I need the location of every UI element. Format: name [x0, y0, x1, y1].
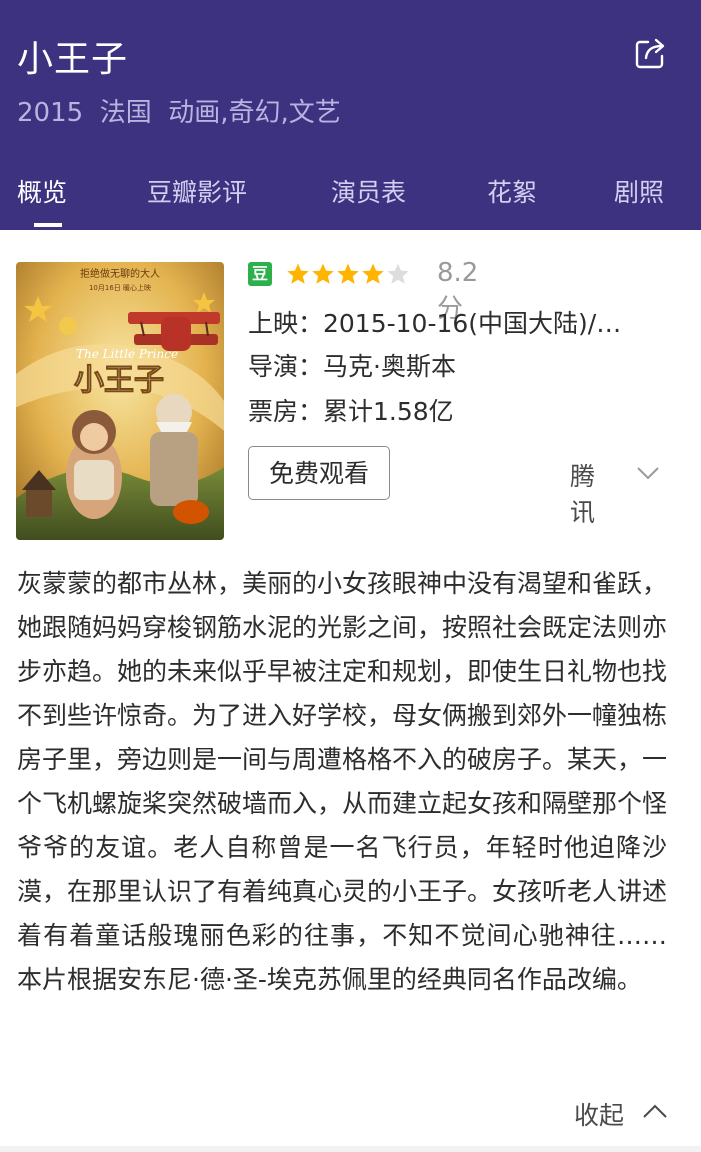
provider-select[interactable]: 腾讯 [570, 457, 595, 529]
director: 导演：马克·奥斯本 [248, 352, 456, 381]
tab-douban-reviews[interactable]: 豆瓣影评 [147, 173, 247, 209]
share-icon[interactable] [634, 36, 668, 70]
movie-poster[interactable]: 拒绝做无聊的大人 10月16日 暖心上映 The Little Prince 小… [16, 262, 224, 540]
poster-artwork: 拒绝做无聊的大人 10月16日 暖心上映 The Little Prince 小… [16, 262, 224, 540]
poster-tagline: 拒绝做无聊的大人 [80, 267, 160, 280]
star-filled-icon [362, 263, 384, 284]
tab-overview[interactable]: 概览 [17, 173, 67, 209]
star-empty-icon [387, 263, 409, 284]
aviator-character [150, 394, 198, 506]
free-watch-button[interactable]: 免费观看 [248, 446, 390, 500]
poster-release-note: 10月16日 暖心上映 [89, 283, 151, 292]
section-divider [0, 1146, 701, 1152]
active-tab-indicator [34, 223, 62, 227]
poster-english-title: The Little Prince [76, 347, 178, 361]
star-filled-icon [337, 263, 359, 284]
girl-character [66, 410, 122, 519]
page-title: 小王子 [17, 39, 129, 80]
chevron-up-icon[interactable] [642, 1102, 668, 1122]
star-filled-icon [287, 263, 309, 284]
tab-stills[interactable]: 剧照 [614, 173, 664, 209]
star-decor-icon [59, 317, 77, 335]
tab-bar: 概览 豆瓣影评 演员表 花絮 剧照 [0, 165, 701, 230]
header: 小王子 2015 法国 动画,奇幻,文艺 概览 豆瓣影评 演员表 花絮 剧照 [0, 0, 701, 230]
poster-chinese-title: 小王子 [74, 363, 164, 398]
release-date: 上映：2015-10-16(中国大陆)/… [248, 309, 622, 338]
star-filled-icon [312, 263, 334, 284]
tab-cast[interactable]: 演员表 [331, 173, 406, 209]
douban-badge-icon: 豆 [248, 262, 272, 286]
movie-meta: 2015 法国 动画,奇幻,文艺 [17, 98, 341, 128]
collapse-button[interactable]: 收起 [574, 1096, 624, 1132]
chevron-down-icon[interactable] [636, 463, 660, 483]
synopsis: 灰蒙蒙的都市丛林，美丽的小女孩眼神中没有渴望和雀跃，她跟随妈妈穿梭钢筋水泥的光影… [17, 569, 668, 994]
tab-extras[interactable]: 花絮 [487, 173, 537, 209]
box-office: 票房：累计1.58亿 [248, 397, 454, 426]
